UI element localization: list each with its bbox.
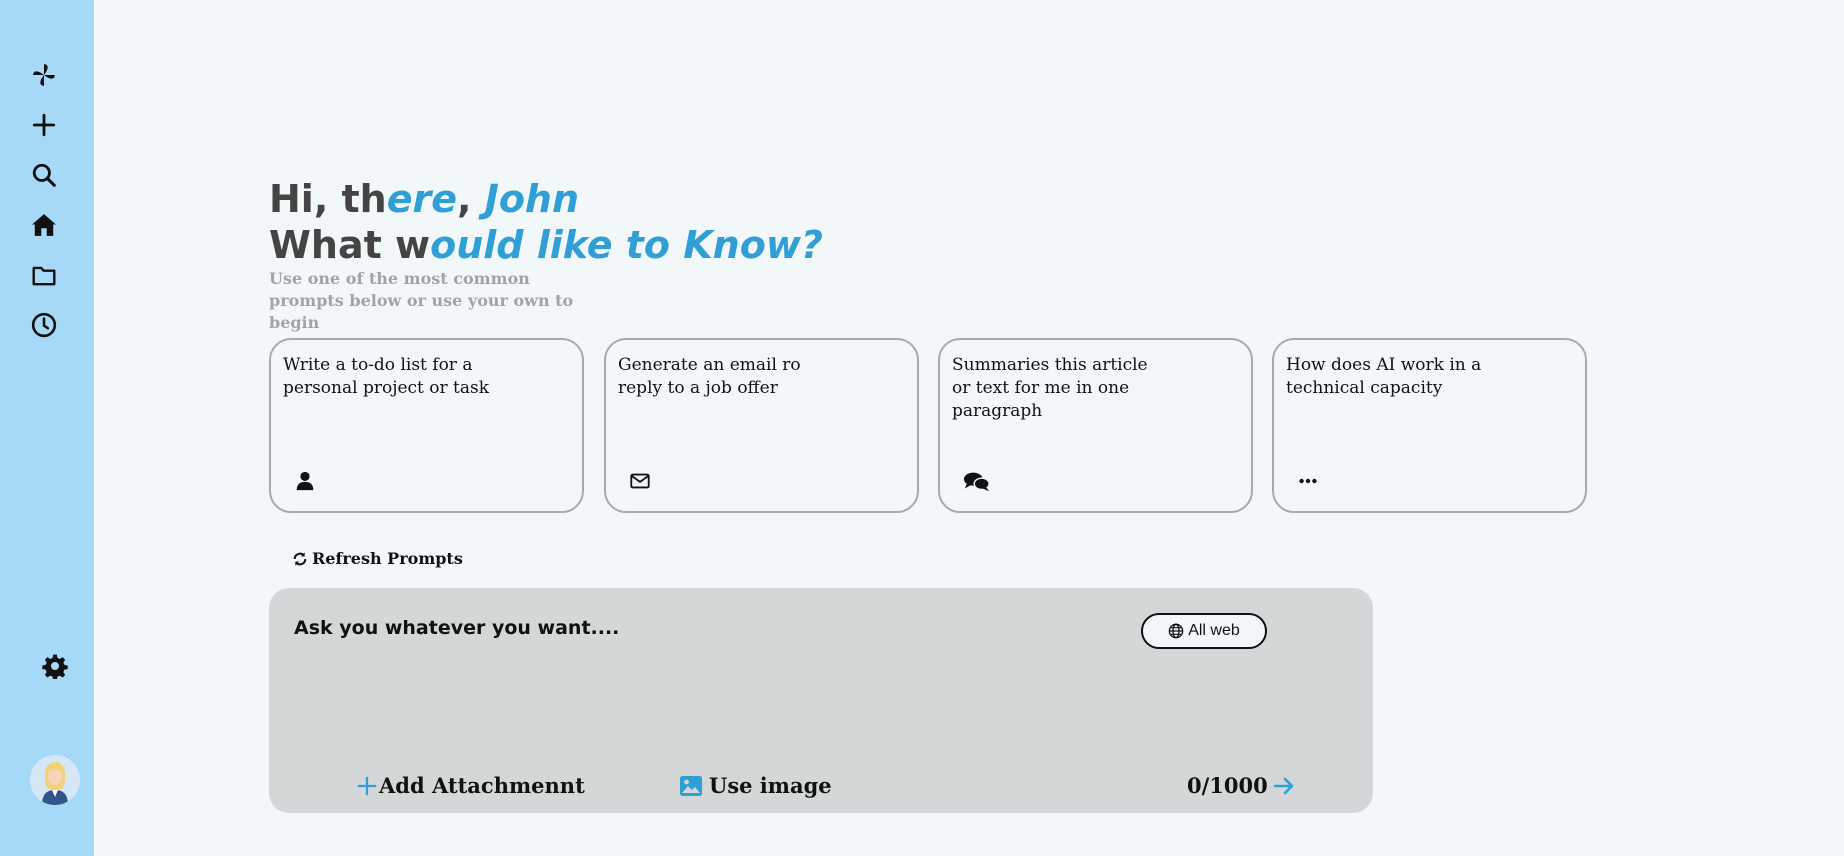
sidebar [0, 0, 94, 856]
chat-bubbles-icon [962, 469, 992, 493]
prompt-card-text: Summaries this article or text for me in… [952, 355, 1148, 421]
prompt-card-text: Generate an email ro reply to a job offe… [618, 355, 801, 398]
char-counter: 0/1000 [1187, 773, 1296, 798]
refresh-prompts-label: Refresh Prompts [312, 549, 463, 568]
add-attachment-label: Add Attachmennt [379, 773, 585, 798]
prompt-card-text: How does AI work in a technical capacity [1286, 355, 1482, 398]
avatar[interactable] [30, 755, 80, 805]
question-text: What w [269, 223, 431, 267]
greeting-highlight: ere [386, 177, 458, 221]
greeting-heading: Hi, there, John What would like to Know? [269, 176, 823, 268]
prompt-input[interactable] [294, 610, 1094, 646]
greeting-comma: , [457, 177, 485, 221]
char-count: 0/1000 [1187, 773, 1268, 798]
add-attachment-button[interactable]: Add Attachmennt [356, 773, 585, 798]
prompt-card-text: Write a to-do list for a personal projec… [283, 355, 490, 398]
clock-icon[interactable] [29, 310, 59, 340]
ellipsis-icon [1296, 469, 1320, 493]
search-icon[interactable] [29, 160, 59, 190]
globe-icon [1168, 623, 1184, 639]
send-arrow-icon[interactable] [1272, 774, 1296, 798]
gear-icon[interactable] [40, 651, 70, 681]
all-web-label: All web [1188, 622, 1240, 639]
prompt-card-todo[interactable]: Write a to-do list for a personal projec… [269, 338, 584, 513]
prompt-card-email[interactable]: Generate an email ro reply to a job offe… [604, 338, 919, 513]
main-area: Hi, there, John What would like to Know?… [94, 0, 1844, 856]
envelope-icon [628, 469, 652, 493]
user-name: John [484, 177, 580, 221]
all-web-button[interactable]: All web [1141, 613, 1267, 649]
question-highlight: ould like to Know? [430, 223, 823, 267]
prompt-card-summary[interactable]: Summaries this article or text for me in… [938, 338, 1253, 513]
prompt-card-ai[interactable]: How does AI work in a technical capacity [1272, 338, 1587, 513]
refresh-prompts-button[interactable]: Refresh Prompts [292, 549, 463, 568]
image-icon [680, 775, 702, 796]
use-image-label: Use image [709, 773, 832, 798]
composer: All web Add Attachmennt Use image 0/1000 [269, 588, 1373, 813]
home-icon[interactable] [29, 210, 59, 240]
greeting-line-2: What would like to Know? [269, 222, 823, 268]
user-icon [293, 469, 317, 493]
greeting-line-1: Hi, there, John [269, 176, 823, 222]
subtitle: Use one of the most common prompts below… [269, 269, 574, 332]
plus-icon [357, 776, 377, 795]
refresh-icon [293, 551, 307, 566]
plus-icon[interactable] [29, 110, 59, 140]
greeting-text: Hi, th [269, 177, 387, 221]
pinwheel-logo-icon[interactable] [29, 60, 59, 90]
folder-icon[interactable] [29, 260, 59, 290]
use-image-button[interactable]: Use image [679, 773, 832, 798]
